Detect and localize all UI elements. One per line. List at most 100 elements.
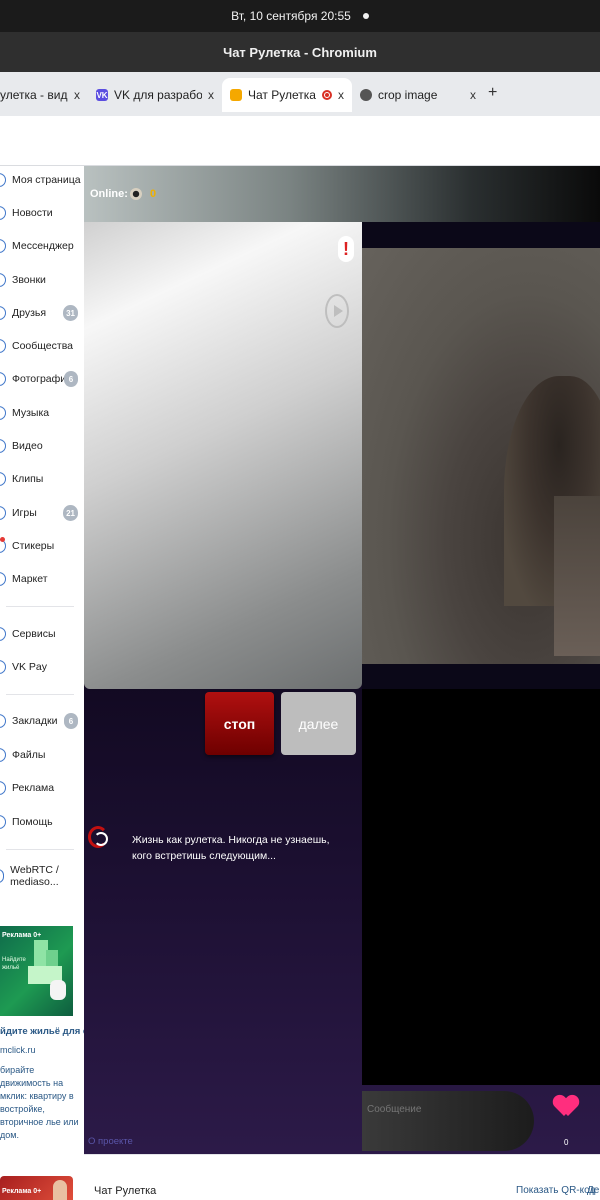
services-icon <box>0 627 6 641</box>
bookmark-icon <box>0 714 6 728</box>
sidebar-item-clips[interactable]: Клипы <box>0 467 84 491</box>
app-footer-bar: Чат Рулетка Показать QR-код Дей <box>84 1154 600 1200</box>
count-badge: 21 <box>63 505 78 521</box>
status-dot-icon <box>362 13 369 19</box>
roulette-favicon-icon <box>230 89 242 101</box>
tab-crop-image[interactable]: crop image x <box>352 78 484 112</box>
heart-icon[interactable] <box>554 1096 578 1120</box>
chat-top-bar <box>84 166 600 222</box>
tab-chat-roulette[interactable]: Чат Рулетка x <box>222 78 352 112</box>
views-count: 0 <box>150 188 157 200</box>
sidebar-item-label: Фотографии <box>12 373 73 385</box>
sidebar-item-messenger[interactable]: Мессенджер <box>0 234 84 258</box>
sidebar-item-my-page[interactable]: Моя страница <box>0 168 84 192</box>
file-icon <box>0 748 6 762</box>
ad-tag: Реклама 0+ <box>2 1188 42 1195</box>
heart-count: 0 <box>564 1138 569 1147</box>
sidebar-item-vk-pay[interactable]: VK Pay <box>0 655 84 679</box>
globe-favicon-icon <box>360 89 372 101</box>
close-icon[interactable]: x <box>208 88 214 102</box>
close-icon[interactable]: x <box>74 88 80 102</box>
sidebar-item-label: Клипы <box>12 473 44 485</box>
sidebar-item-photos[interactable]: Фотографии 6 <box>0 367 84 391</box>
sidebar-item-ads[interactable]: Реклама <box>0 776 84 800</box>
report-icon[interactable]: ! <box>338 236 354 262</box>
sidebar-item-label: Стикеры <box>12 540 55 552</box>
sidebar-item-label: Музыка <box>12 407 50 419</box>
sidebar-item-music[interactable]: Музыка <box>0 401 84 425</box>
sidebar-item-label: Моя страница <box>12 174 81 186</box>
chat-roulette-app: Online: 1 0 ! стоп далее Жизнь как рулет… <box>84 166 600 1154</box>
sidebar-divider <box>6 606 74 607</box>
clips-icon <box>0 472 6 486</box>
about-project-link[interactable]: О проекте <box>88 1136 133 1147</box>
app-icon <box>0 869 5 883</box>
sidebar-item-label: Помощь <box>12 816 53 828</box>
person-avatar <box>53 1180 67 1200</box>
sidebar-item-label: Реклама <box>12 782 55 794</box>
roulette-logo-icon <box>88 826 108 848</box>
ad-domain[interactable]: mclick.ru <box>0 1045 36 1055</box>
sidebar-item-calls[interactable]: Звонки <box>0 268 84 292</box>
ad-image[interactable]: Реклама 0+ Найдите жильё <box>0 926 73 1016</box>
sidebar-item-webrtc[interactable]: WebRTC / mediaso... <box>0 864 84 888</box>
ad-image-2[interactable]: Реклама 0+ <box>0 1176 73 1200</box>
pay-icon <box>0 660 6 674</box>
news-icon <box>0 206 6 220</box>
help-icon <box>0 815 6 829</box>
sidebar-item-services[interactable]: Сервисы <box>0 622 84 646</box>
window-title: Чат Рулетка - Chromium <box>223 44 377 60</box>
sidebar-item-friends[interactable]: Друзья 31 <box>0 301 84 325</box>
sidebar-item-market[interactable]: Маркет <box>0 567 84 591</box>
tab-label: Чат Рулетка <box>248 88 316 102</box>
notification-dot-icon <box>0 537 5 542</box>
sidebar-item-label: Сервисы <box>12 628 56 640</box>
ads-icon <box>0 781 6 795</box>
new-tab-button[interactable]: + <box>488 84 497 116</box>
show-qr-link[interactable]: Показать QR-код <box>516 1185 595 1196</box>
ad-description[interactable]: бирайте движимость на мклик: квартиру в … <box>0 1064 82 1142</box>
system-clock[interactable]: Вт, 10 сентября 20:55 <box>231 9 351 23</box>
sidebar-item-label: Игры <box>12 507 37 519</box>
user-icon <box>0 173 6 187</box>
sidebar-item-label: Сообщества <box>12 340 73 352</box>
close-icon[interactable]: x <box>470 88 476 102</box>
tab-label: улетка - видеочат <box>0 88 68 102</box>
communities-icon <box>0 339 6 353</box>
count-badge: 6 <box>64 713 78 729</box>
sidebar-item-files[interactable]: Файлы <box>0 743 84 767</box>
sidebar-item-video[interactable]: Видео <box>0 434 84 458</box>
sidebar-item-label: VK Pay <box>12 661 48 673</box>
video-icon <box>0 439 6 453</box>
sidebar-item-communities[interactable]: Сообщества <box>0 334 84 358</box>
sidebar-item-news[interactable]: Новости <box>0 201 84 225</box>
sidebar-item-label: Видео <box>12 440 43 452</box>
sidebar-divider <box>6 694 74 695</box>
sidebar-item-label: Друзья <box>12 307 47 319</box>
sidebar-item-label: WebRTC / mediaso... <box>10 864 59 888</box>
tab-roulette-video[interactable]: улетка - видеочат x <box>0 78 88 112</box>
pointer-hand-icon <box>50 980 66 1000</box>
next-button[interactable]: далее <box>281 692 356 755</box>
browser-toolbar <box>0 116 600 166</box>
music-icon <box>0 406 6 420</box>
sidebar-item-help[interactable]: Помощь <box>0 810 84 834</box>
sidebar-item-stickers[interactable]: Стикеры <box>0 534 84 558</box>
tab-vk-developers[interactable]: VK VK для разработчиков x <box>88 78 222 112</box>
ad-title[interactable]: йдите жильё для себя <box>0 1026 84 1038</box>
sidebar-item-label: Новости <box>12 207 53 219</box>
close-icon[interactable]: x <box>338 88 344 102</box>
photo-icon <box>0 372 6 386</box>
play-icon[interactable] <box>325 294 349 328</box>
actions-link[interactable]: Дей <box>587 1185 600 1196</box>
ad-tag: Реклама 0+ <box>2 932 42 939</box>
sidebar-item-label: Мессенджер <box>12 240 74 252</box>
app-title: Чат Рулетка <box>94 1185 157 1197</box>
self-camera-face <box>554 496 600 656</box>
stop-button[interactable]: стоп <box>205 692 274 755</box>
sidebar-item-games[interactable]: Игры 21 <box>0 501 84 525</box>
sidebar-item-bookmarks[interactable]: Закладки 6 <box>0 709 84 733</box>
system-top-bar: Вт, 10 сентября 20:55 <box>0 0 600 32</box>
message-input[interactable] <box>367 1104 517 1115</box>
eye-icon <box>130 188 142 200</box>
